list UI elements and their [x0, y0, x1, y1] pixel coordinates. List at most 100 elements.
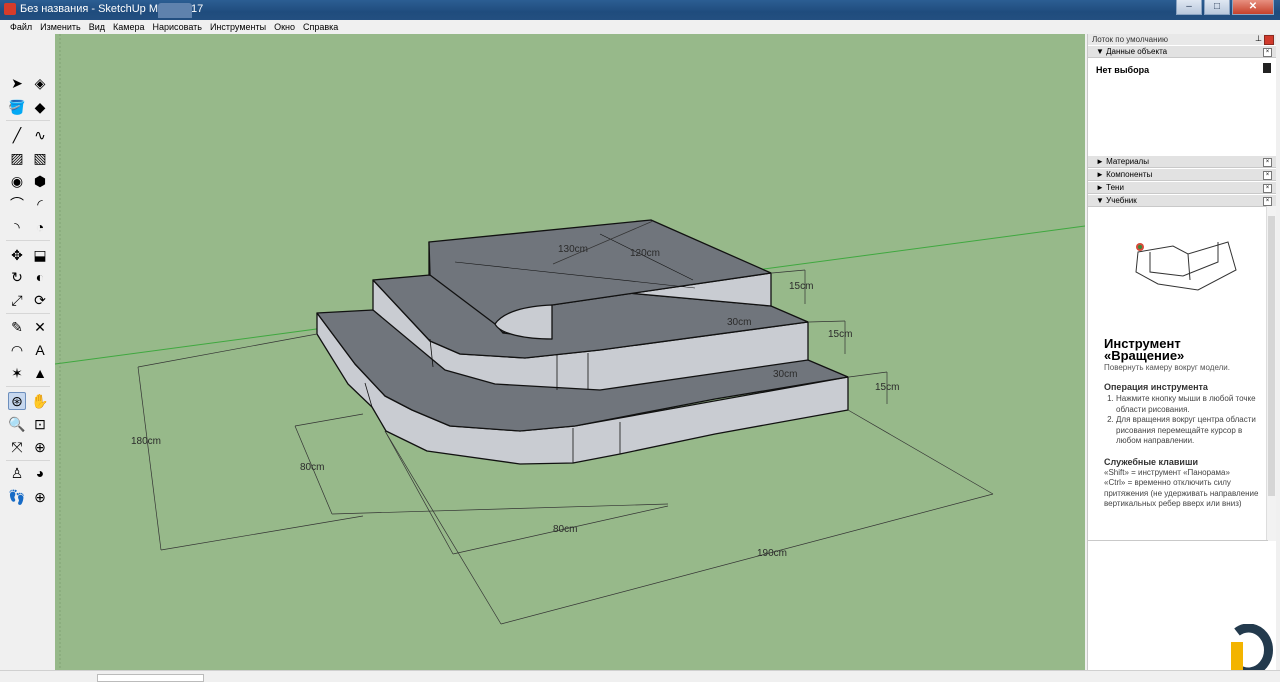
materials-header[interactable]: ► Материалы ×	[1088, 156, 1276, 168]
close-icon[interactable]: ×	[1263, 171, 1272, 180]
make-component-icon[interactable]: ◈	[31, 74, 49, 92]
dim-label: 130cm	[558, 244, 588, 255]
logo-icon	[1231, 624, 1273, 676]
drawing-area[interactable]: 130cm 120cm 15cm 30cm 15cm 30cm 15cm 180…	[55, 34, 1085, 670]
menu-window[interactable]: Окно	[270, 20, 299, 34]
polygon-icon[interactable]: ⬢	[31, 172, 49, 190]
tray-close-button[interactable]	[1264, 35, 1274, 45]
dim-label: 30cm	[773, 369, 797, 380]
3d-text-icon[interactable]: ▲	[31, 364, 49, 382]
menu-draw[interactable]: Нарисовать	[149, 20, 206, 34]
close-icon[interactable]: ×	[1263, 197, 1272, 206]
close-button[interactable]: ✕	[1232, 0, 1274, 15]
instructor-content: Инструмент «Вращение» Повернуть камеру в…	[1104, 206, 1262, 510]
components-header[interactable]: ► Компоненты ×	[1088, 169, 1276, 181]
arc-icon[interactable]: ⌒	[8, 195, 26, 213]
entity-info-label: ▼ Данные объекта	[1096, 47, 1168, 56]
axes-icon[interactable]: ✶	[8, 364, 26, 382]
pie-icon[interactable]: ◔	[31, 218, 49, 236]
menu-help[interactable]: Справка	[299, 20, 342, 34]
dim-label: 30cm	[727, 317, 751, 328]
no-selection-label: Нет выбора	[1096, 65, 1150, 75]
dimension-icon[interactable]: ✕	[31, 318, 49, 336]
instructor-label: ▼ Учебник	[1096, 196, 1137, 205]
rotated-rectangle-icon[interactable]: ▧	[31, 149, 49, 167]
toolbar-separator	[6, 460, 50, 461]
position-camera-icon[interactable]: ♙	[8, 464, 26, 482]
pan-icon[interactable]: ✋	[31, 392, 49, 410]
operation-steps: Нажмите кнопку мыши в любой точке област…	[1104, 394, 1262, 447]
circle-icon[interactable]: ◉	[8, 172, 26, 190]
toolbar-separator	[6, 386, 50, 387]
title-tab	[158, 3, 192, 18]
scroll-thumb[interactable]	[1268, 216, 1275, 496]
stair-model[interactable]	[316, 219, 849, 465]
instructor-scrollbar[interactable]	[1266, 206, 1276, 541]
entity-info-header[interactable]: ▼ Данные объекта ×	[1088, 46, 1276, 58]
lock-icon[interactable]	[1263, 63, 1271, 73]
two-point-arc-icon[interactable]: ◜	[31, 195, 49, 213]
zoom-icon[interactable]: 🔍	[8, 415, 26, 433]
dim-label: 15cm	[828, 329, 852, 340]
menu-bar: Файл Изменить Вид Камера Нарисовать Инст…	[0, 20, 1280, 34]
walk-icon[interactable]: 👣	[8, 488, 26, 506]
menu-camera[interactable]: Камера	[109, 20, 148, 34]
menu-view[interactable]: Вид	[85, 20, 109, 34]
protractor-icon[interactable]: ◠	[8, 341, 26, 359]
step-item: Для вращения вокруг центра области рисов…	[1116, 415, 1262, 447]
maximize-button[interactable]: □	[1204, 0, 1230, 15]
tutorial-subtitle: Повернуть камеру вокруг модели.	[1104, 363, 1230, 372]
line-tool-icon[interactable]: ╱	[8, 126, 26, 144]
three-point-arc-icon[interactable]: ◝	[8, 218, 26, 236]
dim-label: 120cm	[630, 248, 660, 259]
select-tool-icon[interactable]: ➤	[8, 74, 26, 92]
dim-label: 180cm	[131, 436, 161, 447]
tray-title: Лоток по умолчанию	[1088, 34, 1276, 45]
freehand-icon[interactable]: ∿	[31, 126, 49, 144]
text-icon[interactable]: A	[31, 341, 49, 359]
zoom-window-icon[interactable]: ⊡	[31, 415, 49, 433]
menu-tools[interactable]: Инструменты	[206, 20, 270, 34]
tape-measure-icon[interactable]: ✎	[8, 318, 26, 336]
toolbar-separator	[6, 240, 50, 241]
components-label: ► Компоненты	[1096, 170, 1153, 179]
operation-heading: Операция инструмента	[1104, 382, 1208, 392]
close-icon[interactable]: ×	[1263, 48, 1272, 57]
measurements-box[interactable]	[97, 674, 204, 682]
shadows-header[interactable]: ► Тени ×	[1088, 182, 1276, 194]
zoom-extents-icon[interactable]: ⤧	[8, 438, 26, 456]
materials-label: ► Материалы	[1096, 157, 1149, 166]
tray-divider	[1088, 540, 1268, 541]
window-controls: – □ ✕	[1176, 0, 1274, 16]
dim-label: 15cm	[875, 382, 899, 393]
dim-label: 80cm	[300, 462, 324, 473]
model-scene[interactable]: 130cm 120cm 15cm 30cm 15cm 30cm 15cm 180…	[55, 34, 1085, 670]
close-icon[interactable]: ×	[1263, 158, 1272, 167]
section-plane-icon[interactable]: ⊕	[31, 488, 49, 506]
look-around-icon[interactable]: ◕	[31, 464, 49, 482]
default-tray: Лоток по умолчанию ⊥ ▼ Данные объекта × …	[1087, 34, 1276, 670]
rectangle-icon[interactable]: ▨	[8, 149, 26, 167]
menu-file[interactable]: Файл	[6, 20, 36, 34]
menu-edit[interactable]: Изменить	[36, 20, 85, 34]
tutorial-title: Инструмент «Вращение»	[1104, 336, 1185, 363]
move-icon[interactable]: ✥	[8, 246, 26, 264]
eraser-icon[interactable]: ◆	[31, 98, 49, 116]
push-pull-icon[interactable]: ⬓	[31, 246, 49, 264]
scale-icon[interactable]: ⤢	[8, 291, 26, 309]
previous-view-icon[interactable]: ⊕	[31, 438, 49, 456]
toolbar-separator	[6, 313, 50, 314]
follow-me-icon[interactable]: ◐	[31, 268, 49, 286]
shadows-label: ► Тени	[1096, 183, 1124, 192]
toolbar-separator	[6, 120, 50, 121]
keys-text: «Shift» = инструмент «Панорама» «Ctrl» =…	[1104, 467, 1259, 509]
close-icon[interactable]: ×	[1263, 184, 1272, 193]
orbit-icon[interactable]: ⊛	[8, 392, 26, 410]
rotate-icon[interactable]: ↻	[8, 268, 26, 286]
sketchup-app-icon	[4, 3, 16, 15]
offset-icon[interactable]: ⟳	[31, 291, 49, 309]
minimize-button[interactable]: –	[1176, 0, 1202, 15]
pin-icon[interactable]: ⊥	[1255, 34, 1262, 43]
large-tool-set-toolbar: ➤ ◈ 🪣 ◆ ╱ ∿ ▨ ▧ ◉ ⬢ ⌒ ◜ ◝ ◔ ✥ ⬓ ↻ ◐ ⤢ ⟳ ✎ ✕ ◠ A ✶ ▲ ⊛ ✋ 🔍 ⊡ ⤧ ⊕ ♙ ◕ 👣 ⊕	[0, 34, 56, 670]
paint-bucket-icon[interactable]: 🪣	[8, 98, 26, 116]
